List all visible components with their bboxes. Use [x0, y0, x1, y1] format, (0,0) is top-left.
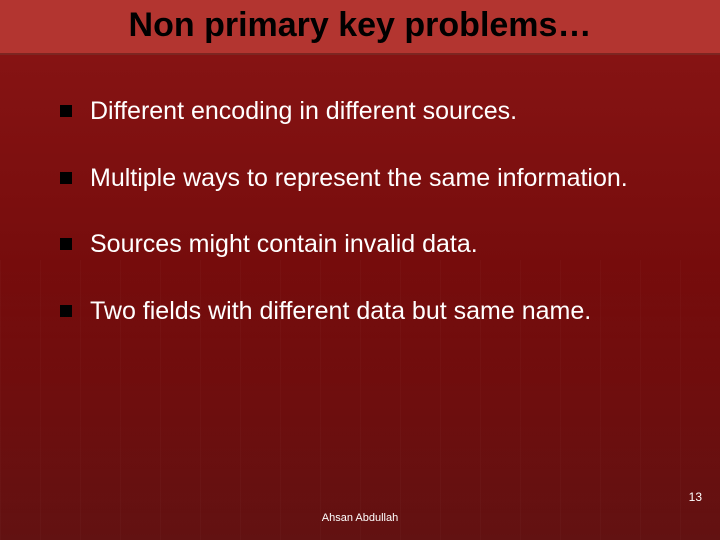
footer-author: Ahsan Abdullah — [322, 512, 398, 524]
slide-title: Non primary key problems… — [30, 6, 690, 45]
bullet-text: Different encoding in different sources. — [90, 95, 517, 128]
bullet-text: Sources might contain invalid data. — [90, 228, 478, 261]
title-bar: Non primary key problems… — [0, 0, 720, 55]
bullet-text: Two fields with different data but same … — [90, 295, 591, 328]
list-item: Two fields with different data but same … — [60, 295, 660, 328]
list-item: Multiple ways to represent the same info… — [60, 162, 660, 195]
list-item: Sources might contain invalid data. — [60, 228, 660, 261]
page-number: 13 — [689, 490, 702, 504]
square-bullet-icon — [60, 105, 72, 117]
square-bullet-icon — [60, 172, 72, 184]
slide-content: Different encoding in different sources.… — [0, 55, 720, 327]
square-bullet-icon — [60, 305, 72, 317]
square-bullet-icon — [60, 238, 72, 250]
bullet-text: Multiple ways to represent the same info… — [90, 162, 628, 195]
list-item: Different encoding in different sources. — [60, 95, 660, 128]
